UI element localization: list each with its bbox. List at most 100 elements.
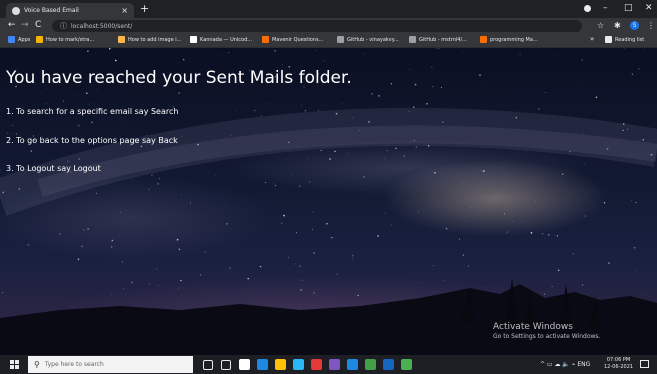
reload-button[interactable]: C	[35, 20, 41, 30]
instruction-back: 2. To go back to the options page say Ba…	[6, 136, 178, 145]
star	[384, 158, 386, 159]
bookmark-icon	[36, 36, 43, 43]
star	[635, 271, 637, 272]
menu-icon[interactable]: ⋮	[647, 21, 655, 30]
taskbar-app-icon[interactable]	[293, 359, 304, 370]
star	[638, 67, 640, 70]
minimize-button[interactable]: –	[603, 3, 608, 13]
taskbar-app-icon[interactable]	[239, 359, 250, 370]
taskbar-app-icon[interactable]	[221, 360, 231, 370]
star	[572, 253, 574, 255]
star	[313, 291, 315, 294]
bookmark-item[interactable]: How to add image i...	[118, 36, 181, 43]
back-button[interactable]: ←	[8, 20, 16, 30]
star	[299, 265, 301, 267]
reading-list-button[interactable]: Reading list	[605, 36, 644, 43]
star	[434, 171, 436, 174]
bookmark-item[interactable]: Kannada — Unicod...	[190, 36, 252, 43]
star	[148, 283, 150, 285]
star	[309, 181, 311, 183]
taskbar-app-icon[interactable]	[383, 359, 394, 370]
star	[462, 51, 464, 52]
notification-center-icon[interactable]	[640, 360, 649, 368]
profile-indicator-icon[interactable]	[584, 5, 591, 12]
maximize-button[interactable]: □	[624, 3, 633, 13]
star	[321, 187, 323, 189]
taskbar-app-icon[interactable]	[347, 359, 358, 370]
page-content: You have reached your Sent Mails folder.…	[0, 48, 657, 355]
star	[287, 257, 289, 259]
star	[357, 294, 359, 297]
site-info-icon[interactable]: ⓘ	[60, 21, 67, 31]
star	[140, 145, 143, 148]
taskbar-search-box[interactable]: ⚲ Type here to search	[28, 356, 193, 373]
clock-time: 07:06 PM	[606, 357, 631, 363]
instruction-search: 1. To search for a specific email say Se…	[6, 107, 179, 116]
star	[301, 279, 303, 281]
star	[77, 95, 79, 96]
url-text[interactable]: localhost:5000/sent/	[71, 23, 132, 30]
star	[365, 189, 366, 191]
bookmark-item[interactable]: How to mark/stra...	[36, 36, 94, 43]
taskbar-app-icon[interactable]	[311, 359, 322, 370]
url-bar[interactable]: ⓘ localhost:5000/sent/	[52, 20, 582, 32]
star	[548, 234, 550, 236]
bookmark-item[interactable]: GitHub - mstrnl4/...	[409, 36, 467, 43]
star	[413, 140, 415, 142]
star	[377, 235, 379, 237]
star	[395, 147, 397, 150]
taskbar-app-icon[interactable]	[275, 359, 286, 370]
star	[583, 133, 584, 135]
taskbar-app-icon[interactable]	[365, 359, 376, 370]
star	[97, 89, 98, 91]
profile-avatar[interactable]: S	[630, 21, 639, 30]
bookmark-star-icon[interactable]: ☆	[597, 21, 604, 30]
bookmark-icon	[262, 36, 269, 43]
star	[265, 103, 267, 105]
star	[27, 244, 30, 246]
star	[352, 254, 354, 257]
star	[88, 103, 90, 105]
new-tab-button[interactable]: +	[140, 2, 149, 15]
bookmark-label: Mavenir Questions...	[272, 36, 324, 43]
extensions-icon[interactable]: ✱	[614, 21, 621, 30]
star	[73, 129, 75, 131]
star	[432, 85, 434, 88]
star	[312, 228, 313, 230]
tab-voice-based-email[interactable]: Voice Based Email ×	[6, 3, 134, 18]
tab-title: Voice Based Email	[24, 7, 79, 14]
page-title: You have reached your Sent Mails folder.	[6, 68, 352, 88]
star	[566, 190, 567, 191]
bookmark-item[interactable]: Mavenir Questions...	[262, 36, 323, 43]
bookmark-item[interactable]: programming Ma...	[480, 36, 538, 43]
clock[interactable]: 07:06 PM 12-06-2021	[604, 357, 633, 371]
system-tray[interactable]: ^ ▭ ☁ 🔈 ⌁ ENG	[540, 361, 590, 368]
star	[273, 183, 275, 184]
close-window-button[interactable]: ✕	[645, 3, 653, 13]
taskbar-app-icon[interactable]	[329, 359, 340, 370]
taskbar-app-icon[interactable]	[401, 359, 412, 370]
taskbar-app-icon[interactable]	[203, 360, 213, 370]
star	[236, 110, 238, 112]
star	[109, 48, 111, 50]
star	[331, 236, 333, 239]
bookmark-item[interactable]: GitHub - vinayakvy...	[337, 36, 399, 43]
more-bookmarks-button[interactable]: »	[590, 35, 594, 43]
star	[468, 265, 470, 267]
bookmark-item[interactable]: Apps	[8, 36, 30, 43]
star	[352, 258, 353, 260]
star	[342, 103, 343, 105]
star	[15, 133, 17, 135]
star	[6, 132, 9, 134]
tab-close-icon[interactable]: ×	[121, 6, 128, 15]
star	[431, 66, 433, 68]
star	[59, 232, 61, 235]
forward-button[interactable]: →	[21, 20, 29, 30]
star	[638, 119, 640, 120]
star	[1, 291, 4, 294]
star	[313, 252, 315, 254]
start-button[interactable]	[10, 360, 19, 369]
taskbar-app-icon[interactable]	[257, 359, 268, 370]
star	[334, 150, 336, 153]
star	[46, 88, 47, 89]
